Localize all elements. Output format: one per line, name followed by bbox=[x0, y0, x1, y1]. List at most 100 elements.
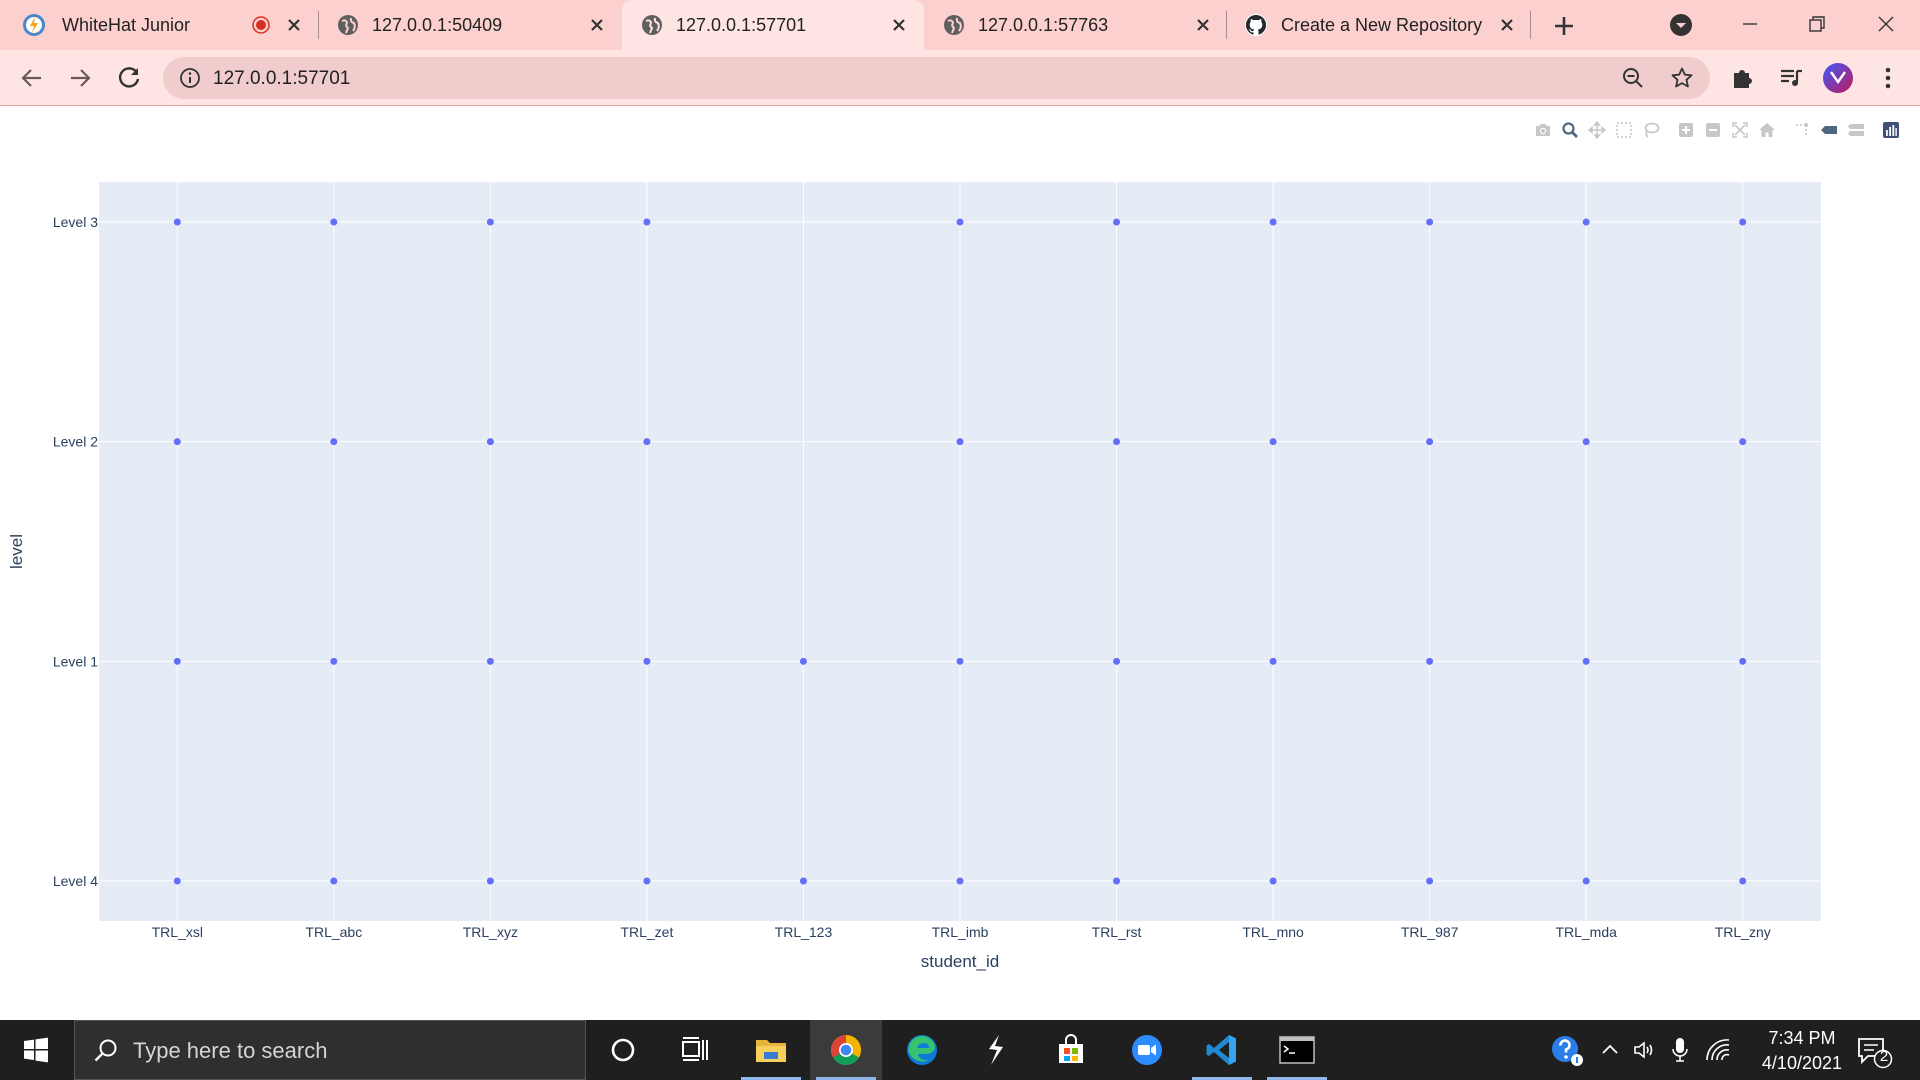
tab-whitehat-junior[interactable]: WhiteHat Junior bbox=[0, 0, 318, 50]
window-close-icon[interactable] bbox=[1872, 10, 1900, 38]
extensions-button[interactable] bbox=[1727, 62, 1759, 94]
pan-button[interactable] bbox=[1583, 117, 1610, 143]
hover-compare-button[interactable] bbox=[1842, 117, 1869, 143]
close-icon[interactable] bbox=[283, 14, 305, 36]
scatter-point[interactable] bbox=[1269, 218, 1277, 226]
scatter-point[interactable] bbox=[330, 657, 338, 665]
volume-icon[interactable] bbox=[1632, 1038, 1656, 1062]
profile-button[interactable] bbox=[1822, 62, 1854, 94]
scatter-point[interactable] bbox=[173, 438, 181, 446]
wifi-icon[interactable] bbox=[1705, 1038, 1731, 1062]
taskbar-zoom[interactable] bbox=[1111, 1020, 1183, 1080]
scatter-point[interactable] bbox=[486, 657, 494, 665]
hover-closest-button[interactable] bbox=[1815, 117, 1842, 143]
zoom-button[interactable] bbox=[1556, 117, 1583, 143]
taskbar-file-explorer[interactable] bbox=[735, 1020, 807, 1080]
lasso-select-button[interactable] bbox=[1637, 117, 1664, 143]
info-icon[interactable] bbox=[179, 67, 201, 89]
scatter-point[interactable] bbox=[1582, 438, 1590, 446]
taskbar-store[interactable] bbox=[1035, 1020, 1107, 1080]
scatter-point[interactable] bbox=[1426, 218, 1434, 226]
scatter-point[interactable] bbox=[643, 438, 651, 446]
tab-50409[interactable]: 127.0.0.1:50409 bbox=[320, 0, 620, 50]
scatter-point[interactable] bbox=[173, 877, 181, 885]
scatter-point[interactable] bbox=[1426, 877, 1434, 885]
address-bar[interactable]: 127.0.0.1:57701 bbox=[163, 57, 1710, 99]
close-icon[interactable] bbox=[1496, 14, 1518, 36]
scatter-point[interactable] bbox=[643, 218, 651, 226]
scatter-point[interactable] bbox=[1269, 438, 1277, 446]
taskbar-terminal[interactable] bbox=[1261, 1020, 1333, 1080]
scatter-point[interactable] bbox=[1426, 438, 1434, 446]
scatter-point[interactable] bbox=[1582, 877, 1590, 885]
scatter-point[interactable] bbox=[1113, 438, 1121, 446]
media-button[interactable] bbox=[1775, 62, 1807, 94]
reset-axes-button[interactable] bbox=[1753, 117, 1780, 143]
tab-create-repository[interactable]: Create a New Repository bbox=[1228, 0, 1530, 50]
scatter-point[interactable] bbox=[1739, 657, 1747, 665]
taskbar-clock[interactable]: 7:34 PM 4/10/2021 bbox=[1762, 1026, 1842, 1076]
minimize-icon[interactable] bbox=[1736, 10, 1764, 38]
help-icon[interactable] bbox=[1550, 1034, 1584, 1068]
plotly-logo-link[interactable] bbox=[1877, 117, 1904, 143]
scatter-point[interactable] bbox=[1113, 877, 1121, 885]
box-select-button[interactable] bbox=[1610, 117, 1637, 143]
scatter-point[interactable] bbox=[1426, 657, 1434, 665]
zoom-out-icon[interactable] bbox=[1621, 66, 1645, 90]
scatter-point[interactable] bbox=[956, 438, 964, 446]
spike-lines-button[interactable] bbox=[1788, 117, 1815, 143]
scatter-point[interactable] bbox=[956, 877, 964, 885]
scatter-point[interactable] bbox=[1113, 218, 1121, 226]
scatter-point[interactable] bbox=[1739, 218, 1747, 226]
zoom-in-button[interactable] bbox=[1672, 117, 1699, 143]
microphone-icon[interactable] bbox=[1668, 1036, 1692, 1064]
bookmark-star-icon[interactable] bbox=[1670, 66, 1694, 90]
close-icon[interactable] bbox=[586, 14, 608, 36]
scatter-point[interactable] bbox=[1582, 657, 1590, 665]
autoscale-button[interactable] bbox=[1726, 117, 1753, 143]
address-url[interactable]: 127.0.0.1:57701 bbox=[213, 68, 350, 90]
restore-icon[interactable] bbox=[1802, 10, 1830, 38]
back-button[interactable] bbox=[16, 62, 48, 94]
scatter-point[interactable] bbox=[1739, 438, 1747, 446]
scatter-point[interactable] bbox=[1269, 657, 1277, 665]
scatter-point[interactable] bbox=[956, 218, 964, 226]
scatter-point[interactable] bbox=[1739, 877, 1747, 885]
scatter-point[interactable] bbox=[643, 657, 651, 665]
scatter-point[interactable] bbox=[956, 657, 964, 665]
close-icon[interactable] bbox=[888, 14, 910, 36]
start-button[interactable] bbox=[0, 1020, 72, 1080]
tab-57763[interactable]: 127.0.0.1:57763 bbox=[926, 0, 1226, 50]
download-plot-button[interactable] bbox=[1529, 117, 1556, 143]
close-icon[interactable] bbox=[1192, 14, 1214, 36]
taskbar-sublime[interactable] bbox=[960, 1020, 1032, 1080]
scatter-point[interactable] bbox=[1269, 877, 1277, 885]
scatter-point[interactable] bbox=[1113, 657, 1121, 665]
zoom-out-button[interactable] bbox=[1699, 117, 1726, 143]
scatter-point[interactable] bbox=[486, 438, 494, 446]
taskbar-task-view[interactable] bbox=[660, 1020, 732, 1080]
scatter-point[interactable] bbox=[799, 877, 807, 885]
new-tab-icon[interactable] bbox=[1550, 12, 1578, 40]
scatter-point[interactable] bbox=[643, 877, 651, 885]
taskbar-chrome[interactable] bbox=[810, 1020, 882, 1080]
scatter-point[interactable] bbox=[173, 657, 181, 665]
scatter-point[interactable] bbox=[330, 218, 338, 226]
scatter-point[interactable] bbox=[173, 218, 181, 226]
reload-button[interactable] bbox=[113, 62, 145, 94]
menu-button[interactable] bbox=[1872, 62, 1904, 94]
tab-57701[interactable]: 127.0.0.1:57701 bbox=[622, 0, 924, 50]
taskbar-edge[interactable] bbox=[886, 1020, 958, 1080]
tab-search-icon[interactable] bbox=[1668, 12, 1694, 38]
scatter-point[interactable] bbox=[330, 877, 338, 885]
scatter-point[interactable] bbox=[1582, 218, 1590, 226]
taskbar-search[interactable]: Type here to search bbox=[74, 1020, 586, 1080]
scatter-point[interactable] bbox=[799, 657, 807, 665]
forward-button[interactable] bbox=[64, 62, 96, 94]
chevron-up-icon[interactable] bbox=[1598, 1038, 1622, 1062]
taskbar-vscode[interactable] bbox=[1186, 1020, 1258, 1080]
scatter-point[interactable] bbox=[486, 877, 494, 885]
scatter-point[interactable] bbox=[486, 218, 494, 226]
taskbar-cortana[interactable] bbox=[587, 1020, 659, 1080]
scatter-point[interactable] bbox=[330, 438, 338, 446]
